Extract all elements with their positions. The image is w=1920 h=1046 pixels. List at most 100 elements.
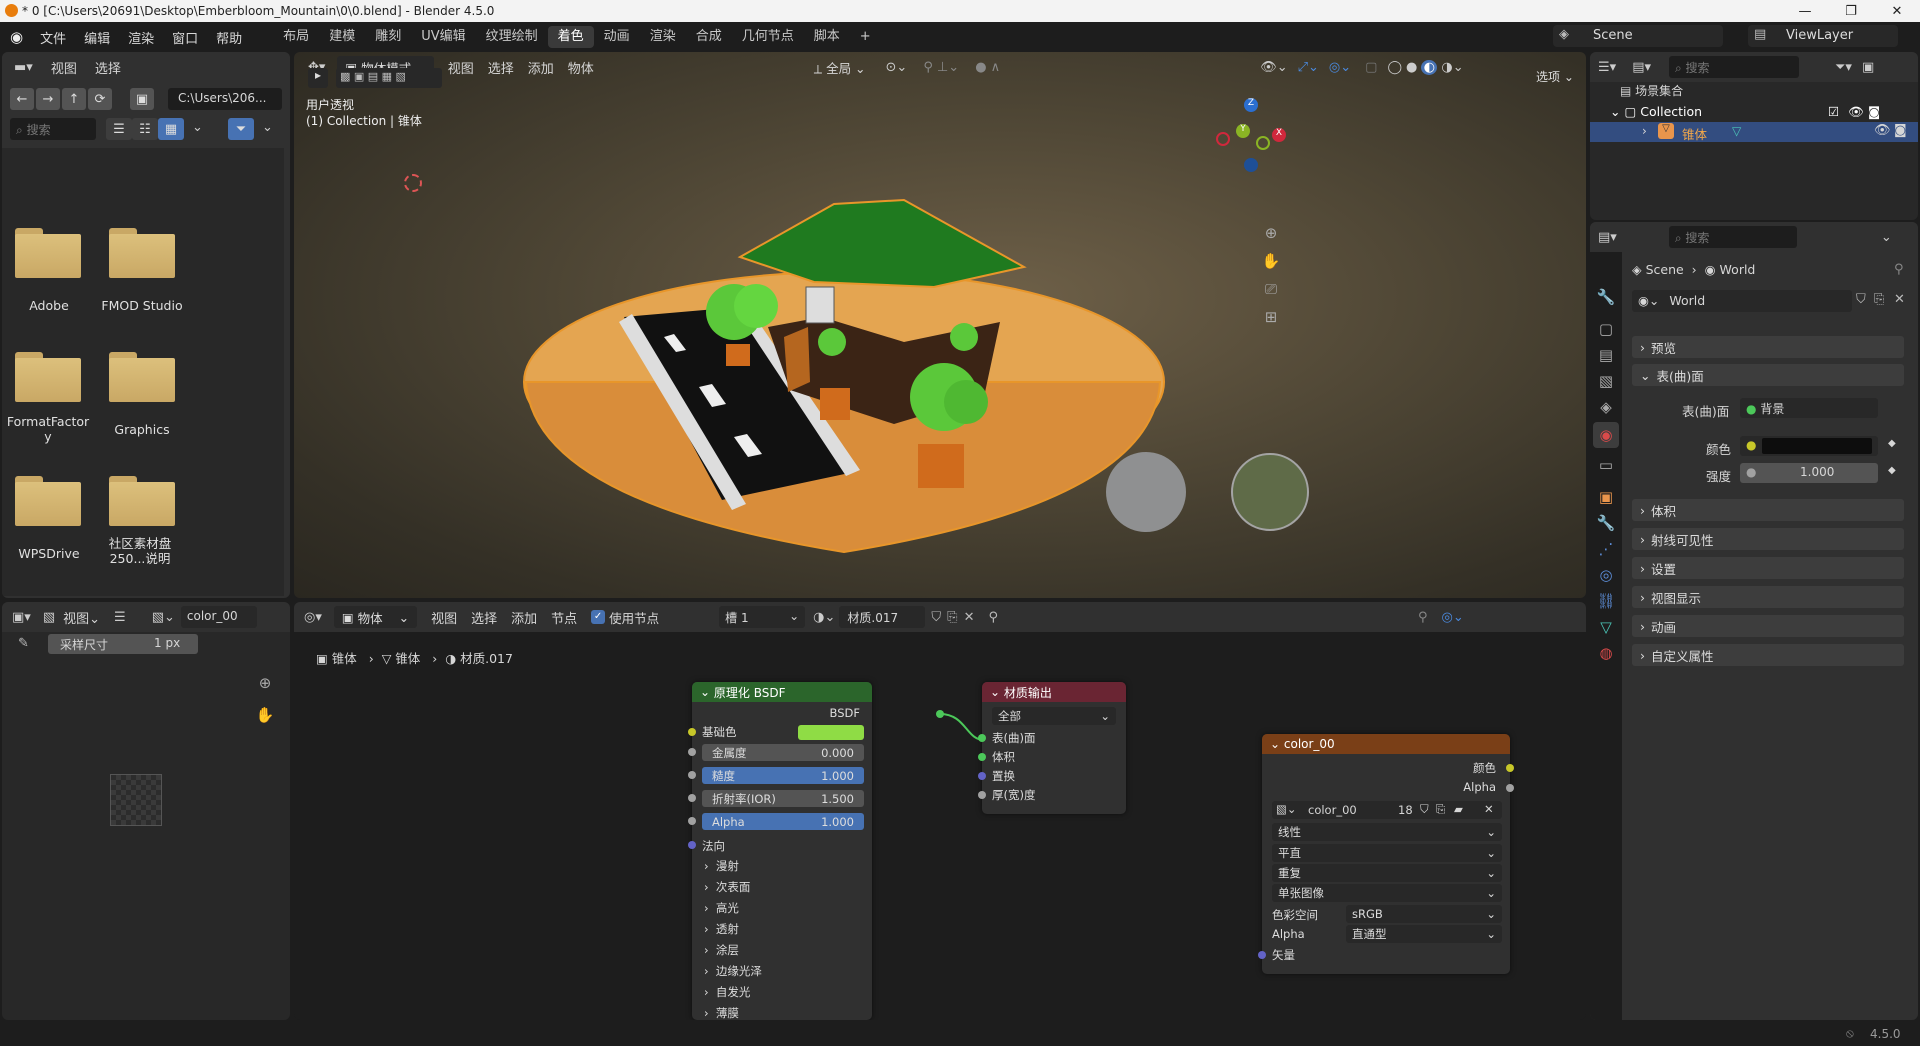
filter-options-icon[interactable]: ⌄ — [262, 120, 273, 135]
scene-collection-row[interactable]: ▤ 场景集合 — [1620, 82, 1683, 99]
folder-icon[interactable] — [109, 476, 175, 526]
source-select[interactable]: 单张图像 ⌄ — [1272, 884, 1502, 902]
object-row[interactable]: › ▽ 锥体 ▽ 👁 ◙ — [1590, 122, 1918, 142]
gizmo-neg-x[interactable] — [1216, 132, 1230, 146]
path-field[interactable]: C:\Users\206... — [168, 88, 282, 110]
panel-transmission[interactable]: › 透射 — [704, 921, 739, 937]
gizmo-neg-y[interactable] — [1256, 136, 1270, 150]
sample-tool-icon[interactable]: ✎ — [18, 636, 29, 651]
image-users-count[interactable]: 18 — [1398, 803, 1413, 817]
pan-hand-icon[interactable]: ✋ — [252, 702, 278, 728]
collection-checkbox[interactable]: ☑ — [1828, 104, 1839, 119]
image-fake-user-icon[interactable]: ⛉ — [1420, 802, 1429, 817]
normal-socket[interactable] — [688, 841, 696, 849]
keyframe-dot-icon[interactable]: ◆ — [1888, 438, 1896, 449]
editor-type-icon[interactable]: ▬▾ — [14, 60, 33, 75]
back-button[interactable]: ← — [10, 88, 34, 110]
fake-user-icon[interactable]: ⛉ — [1856, 292, 1866, 307]
menu-render[interactable]: 渲染 — [119, 28, 163, 47]
roughness-field[interactable]: 糙度 1.000 — [702, 767, 864, 784]
interpolation-select[interactable]: 线性 ⌄ — [1272, 823, 1502, 841]
tab-texture-paint[interactable]: 纹理绘制 — [476, 26, 548, 48]
tab-layout[interactable]: 布局 — [273, 26, 319, 48]
strength-field[interactable]: ● 1.000 — [1740, 463, 1878, 483]
scene-tab-icon[interactable]: ◈ — [1593, 394, 1619, 420]
vector-input-socket[interactable] — [1258, 951, 1266, 959]
collection-visibility-icon[interactable]: 👁 — [1848, 104, 1864, 120]
gizmo-z[interactable]: Z — [1244, 98, 1258, 112]
ior-socket[interactable] — [688, 794, 696, 802]
panel-diffuse[interactable]: › 漫射 — [704, 858, 739, 874]
image-node-header[interactable]: ⌄ color_00 — [1262, 734, 1510, 754]
base-color-swatch[interactable] — [798, 725, 864, 740]
panel-thin-film[interactable]: › 薄膜 — [704, 1005, 739, 1020]
surface-input-socket[interactable] — [978, 734, 986, 742]
object-render-icon[interactable]: ◙ — [1894, 123, 1907, 138]
folder-icon[interactable] — [109, 228, 175, 278]
maximize-button[interactable]: ❐ — [1828, 0, 1874, 22]
refresh-button[interactable]: ⟳ — [88, 88, 112, 110]
image-browse-icon[interactable]: ▧⌄ — [1276, 802, 1297, 816]
world-browse-icon[interactable]: ◉⌄ — [1638, 293, 1659, 308]
menu-window[interactable]: 窗口 — [163, 28, 207, 47]
display-detail-button[interactable]: ☷ — [132, 118, 158, 140]
principled-bsdf-node[interactable]: ⌄ 原理化 BSDF BSDF 基础色 金属度 0.000 糙度 1.000 折射率… — [692, 682, 872, 1020]
output-node-header[interactable]: ⌄ 材质输出 — [982, 682, 1126, 702]
colorspace-select[interactable]: sRGB ⌄ — [1346, 905, 1502, 923]
thickness-input-socket[interactable] — [978, 791, 986, 799]
modifier-tab-icon[interactable]: 🔧 — [1593, 510, 1619, 536]
projection-select[interactable]: 平直 ⌄ — [1272, 844, 1502, 862]
fb-menu-select[interactable]: 选择 — [95, 58, 121, 77]
bsdf-node-header[interactable]: ⌄ 原理化 BSDF — [692, 682, 872, 702]
particles-tab-icon[interactable]: ⋰ — [1593, 536, 1619, 562]
metallic-socket[interactable] — [688, 748, 696, 756]
tab-uv-editing[interactable]: UV编辑 — [411, 26, 475, 48]
minimize-button[interactable]: — — [1782, 0, 1828, 22]
search-input[interactable]: ⌕ 搜索 — [10, 118, 96, 140]
viewlayer-selector[interactable]: ▤ ViewLayer — [1748, 25, 1898, 47]
tab-rendering[interactable]: 渲染 — [640, 26, 686, 48]
image-name-field[interactable]: color_00 — [180, 606, 257, 628]
folder-icon[interactable] — [15, 352, 81, 402]
folder-icon[interactable] — [109, 352, 175, 402]
extension-select[interactable]: 重复 ⌄ — [1272, 864, 1502, 882]
gizmo-neg-z[interactable] — [1244, 158, 1258, 172]
outliner-filter-icon[interactable]: ⏷▾ — [1835, 60, 1852, 75]
new-collection-icon[interactable]: ▣ — [1862, 60, 1874, 75]
roughness-socket[interactable] — [688, 771, 696, 779]
gizmo-x[interactable]: X — [1272, 128, 1286, 142]
object-tab-icon[interactable]: ▣ — [1593, 484, 1619, 510]
collection-tab-icon[interactable]: ▭ — [1593, 452, 1619, 478]
3d-viewport[interactable]: ✥▾ ▣ 物体模式 ⌄ 视图 选择 添加 物体 ⟂ 全局 ⌄ ⊙⌄ ⚲ ⊥⌄ ●… — [294, 52, 1586, 598]
menu-help[interactable]: 帮助 — [207, 28, 251, 47]
base-color-socket[interactable] — [688, 728, 696, 736]
view-layer-tab-icon[interactable]: ▧ — [1593, 368, 1619, 394]
collection-render-icon[interactable]: ◙ — [1868, 104, 1880, 119]
fb-menu-view[interactable]: 视图 — [51, 58, 77, 77]
forward-button[interactable]: → — [36, 88, 60, 110]
unlink-world-icon[interactable]: ✕ — [1894, 292, 1905, 307]
keyframe-dot-icon[interactable]: ◆ — [1888, 465, 1896, 476]
alpha-socket[interactable] — [688, 817, 696, 825]
tool-tab-icon[interactable]: 🔧 — [1593, 284, 1619, 310]
material-output-node[interactable]: ⌄ 材质输出 全部 ⌄ 表(曲)面 体积 置换 厚(宽)度 — [982, 682, 1126, 814]
filter-button[interactable]: ⏷ — [228, 118, 254, 140]
display-settings-icon[interactable]: ⌄ — [192, 120, 203, 135]
outliner-editor-icon[interactable]: ☰▾ — [1598, 60, 1616, 75]
image-open-folder-icon[interactable]: ▰ — [1454, 802, 1463, 816]
parent-dir-button[interactable]: ↑ — [62, 88, 86, 110]
section-preview[interactable]: › 预览 — [1632, 336, 1904, 358]
section-ray-visibility[interactable]: › 射线可见性 — [1632, 528, 1904, 550]
image-editor-mode-icon[interactable]: ▧ — [43, 610, 55, 625]
menu-hamburger-icon[interactable]: ☰ — [114, 610, 126, 625]
folder-icon[interactable] — [15, 476, 81, 526]
material-tab-icon[interactable]: ◍ — [1593, 640, 1619, 666]
tab-geometry-nodes[interactable]: 几何节点 — [732, 26, 804, 48]
surface-shader-field[interactable]: ● 背景 — [1740, 398, 1878, 418]
panel-emission[interactable]: › 自发光 — [704, 984, 750, 1000]
navigation-gizmo[interactable]: Z X Y — [1206, 92, 1286, 172]
image-unlink-icon[interactable]: ✕ — [1484, 802, 1494, 816]
display-thumbnail-button[interactable]: ▦ — [158, 118, 184, 140]
panel-sheen[interactable]: › 边缘光泽 — [704, 963, 762, 979]
tab-scripting[interactable]: 脚本 — [804, 26, 850, 48]
